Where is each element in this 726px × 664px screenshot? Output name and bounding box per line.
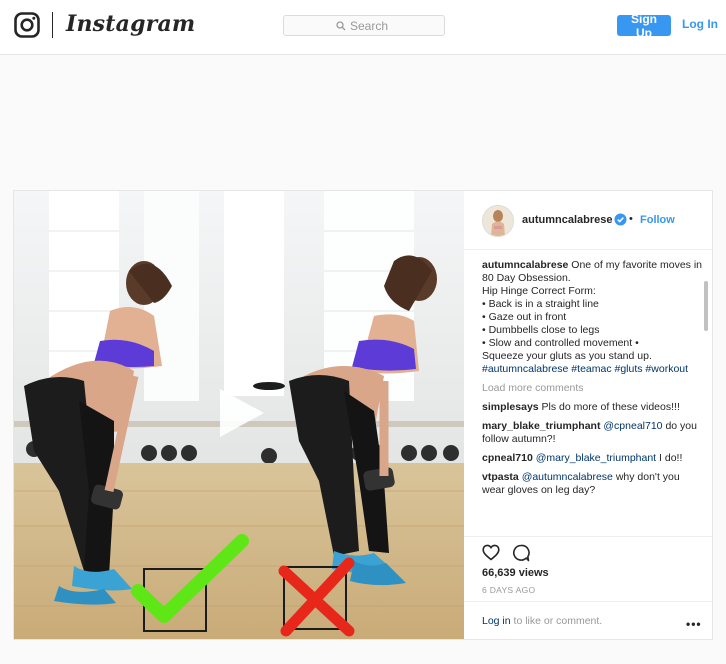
post-sidebar: autumncalabrese • Follow autumncalabrese… xyxy=(464,191,712,639)
comment-username[interactable]: vtpasta xyxy=(482,471,519,483)
caption: autumncalabrese One of my favorite moves… xyxy=(482,259,702,376)
follow-button[interactable]: Follow xyxy=(640,214,675,226)
caption-line: Squeeze your gluts as you stand up. xyxy=(482,350,652,362)
comments-scrollbar[interactable] xyxy=(704,281,708,331)
post-username[interactable]: autumncalabrese xyxy=(522,214,612,226)
more-options-icon[interactable]: ••• xyxy=(686,617,702,631)
caption-username[interactable]: autumncalabrese xyxy=(482,259,568,271)
load-more-comments-link[interactable]: Load more comments xyxy=(482,382,702,395)
comment-text: I do!! xyxy=(659,452,683,464)
comment-mention[interactable]: @autumncalabrese xyxy=(522,471,613,483)
comments-list[interactable]: autumncalabrese One of my favorite moves… xyxy=(482,259,702,534)
logo-divider xyxy=(52,12,53,38)
verified-badge-icon xyxy=(614,213,627,226)
video-player[interactable] xyxy=(14,191,464,639)
post-actions: 66,639 views 6 DAYS AGO xyxy=(464,536,712,597)
footer-prompt-text: to like or comment. xyxy=(513,615,603,627)
post-card: autumncalabrese • Follow autumncalabrese… xyxy=(13,190,713,640)
avatar[interactable] xyxy=(482,205,514,237)
comment-item: vtpasta @autumncalabrese why don't you w… xyxy=(482,471,702,497)
comment-text: Pls do more of these videos!!! xyxy=(541,401,680,413)
caption-line: • Dumbbells close to legs xyxy=(482,324,600,336)
caption-hashtags[interactable]: #autumncalabrese #teamac #gluts #workout xyxy=(482,363,688,375)
post-footer: Log in to like or comment. ••• xyxy=(464,601,712,640)
login-prompt: Log in to like or comment. xyxy=(482,615,602,627)
comment-mention[interactable]: @cpneal710 xyxy=(603,420,662,432)
instagram-logo-icon[interactable] xyxy=(14,12,40,38)
separator-dot: • xyxy=(629,213,633,225)
view-count: 66,639 views xyxy=(482,567,549,579)
search-box[interactable] xyxy=(283,15,445,36)
comment-item: mary_blake_triumphant @cpneal710 do you … xyxy=(482,420,702,446)
caption-line: Hip Hinge Correct Form: xyxy=(482,285,596,297)
caption-line: • Slow and controlled movement • xyxy=(482,337,639,349)
workout-video-frame xyxy=(14,191,464,639)
comment-item: simplesays Pls do more of these videos!!… xyxy=(482,401,702,414)
avatar-image xyxy=(483,206,513,236)
comment-bubble-icon[interactable] xyxy=(512,544,530,562)
comment-mention[interactable]: @mary_blake_triumphant xyxy=(536,452,656,464)
sign-up-button[interactable]: Sign Up xyxy=(617,12,671,40)
search-input[interactable] xyxy=(350,18,392,33)
log-in-link[interactable]: Log In xyxy=(682,17,718,31)
comment-item: cpneal710 @mary_blake_triumphant I do!! xyxy=(482,452,702,465)
post-header: autumncalabrese • Follow xyxy=(464,191,712,250)
caption-line: • Gaze out in front xyxy=(482,311,567,323)
post-timestamp: 6 DAYS AGO xyxy=(482,585,536,595)
heart-icon[interactable] xyxy=(482,544,500,561)
footer-log-in-link[interactable]: Log in xyxy=(482,615,511,627)
comment-username[interactable]: simplesays xyxy=(482,401,539,413)
top-nav-bar: Instagram Sign Up Log In xyxy=(0,0,726,55)
caption-line: • Back is in a straight line xyxy=(482,298,599,310)
comment-username[interactable]: mary_blake_triumphant xyxy=(482,420,600,432)
comment-username[interactable]: cpneal710 xyxy=(482,452,533,464)
instagram-wordmark[interactable]: Instagram xyxy=(66,11,195,37)
search-icon xyxy=(336,20,346,30)
